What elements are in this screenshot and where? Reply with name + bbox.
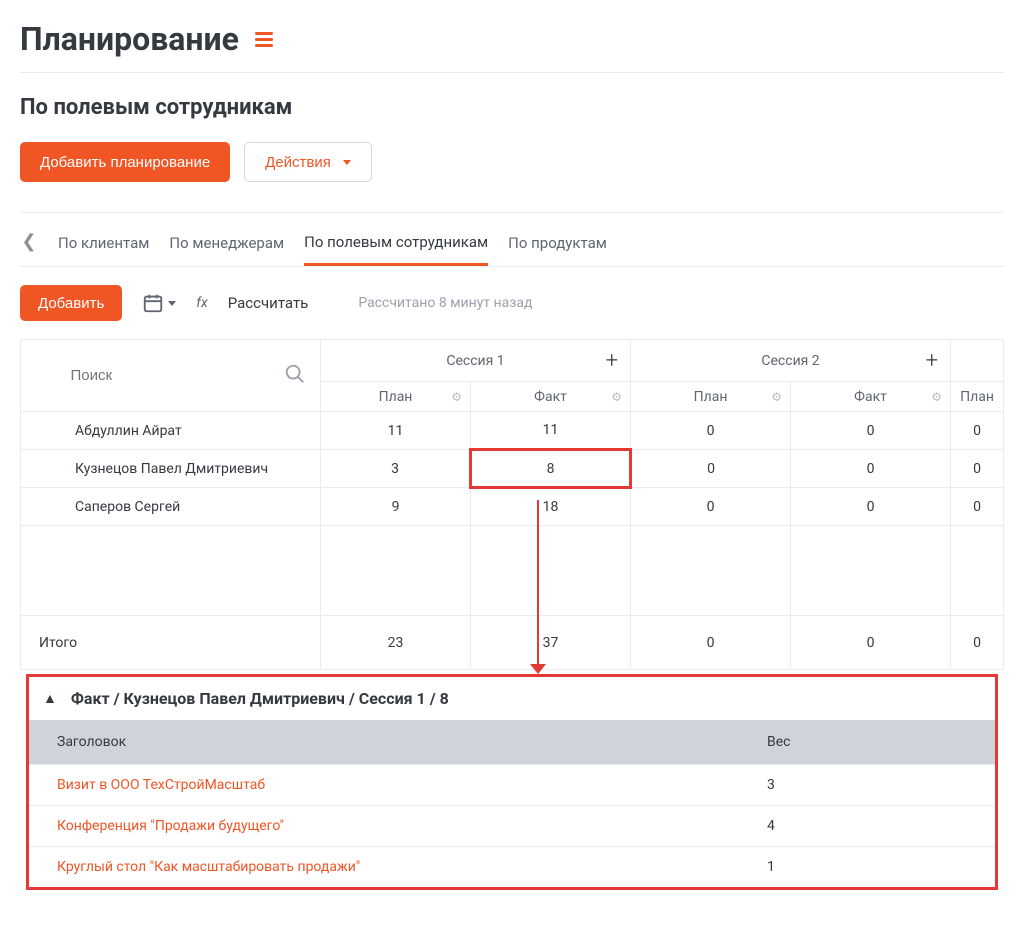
detail-title: Факт / Кузнецов Павел Дмитриевич / Сесси… <box>71 689 449 708</box>
tab-managers[interactable]: По менеджерам <box>169 234 284 264</box>
table-row: Саперов Сергей 9 18 0 0 0 <box>21 488 1004 526</box>
total-row: Итого 23 37 0 0 0 <box>21 616 1004 670</box>
col-fact: Факт <box>854 389 887 405</box>
caret-down-icon <box>168 301 176 306</box>
col-plan: План <box>379 389 413 405</box>
detail-col-title: Заголовок <box>57 734 767 750</box>
table-row: Абдуллин Айрат 11 11 0 0 0 <box>21 412 1004 450</box>
gear-icon[interactable]: ⚙ <box>611 390 622 404</box>
tab-clients[interactable]: По клиентам <box>58 234 149 264</box>
tab-products[interactable]: По продуктам <box>508 234 607 264</box>
fx-icon: fx <box>196 295 207 311</box>
chevron-left-icon[interactable]: ❮ <box>20 231 38 252</box>
detail-row: Конференция "Продажи будущего" 4 <box>29 805 995 846</box>
employee-name[interactable]: Саперов Сергей <box>21 488 321 526</box>
col-plan: План <box>694 389 728 405</box>
search-input[interactable] <box>71 349 271 403</box>
add-session-1-icon[interactable]: + <box>606 348 618 373</box>
calc-status: Рассчитано 8 минут назад <box>358 295 532 311</box>
detail-link[interactable]: Конференция "Продажи будущего" <box>57 818 767 834</box>
add-session-2-icon[interactable]: + <box>926 348 938 373</box>
detail-col-weight: Вес <box>767 734 967 750</box>
table-row: Кузнецов Павел Дмитриевич 3 8 0 0 0 <box>21 450 1004 488</box>
bars-icon[interactable] <box>253 28 275 50</box>
highlighted-cell[interactable]: 8 <box>471 450 631 488</box>
caret-down-icon <box>343 160 351 165</box>
detail-link[interactable]: Визит в ООО ТехСтройМасштаб <box>57 777 767 793</box>
calculate-button[interactable]: Рассчитать <box>228 294 309 312</box>
collapse-icon[interactable]: ▲ <box>43 690 57 707</box>
gear-icon[interactable]: ⚙ <box>931 390 942 404</box>
col-plan: План <box>960 389 994 405</box>
add-planning-button[interactable]: Добавить планирование <box>20 142 230 182</box>
planning-table: Сессия 1 + Сессия 2 + План⚙ Факт⚙ План⚙ … <box>20 339 1004 670</box>
employee-name[interactable]: Кузнецов Павел Дмитриевич <box>21 450 321 488</box>
session-2-header: Сессия 2 <box>761 353 819 369</box>
page-title: Планирование <box>20 20 239 58</box>
pie-icon[interactable] <box>289 28 311 50</box>
detail-row: Визит в ООО ТехСтройМасштаб 3 <box>29 764 995 805</box>
subtitle: По полевым сотрудникам <box>20 95 1004 120</box>
session-1-header: Сессия 1 <box>446 353 504 369</box>
detail-link[interactable]: Круглый стол "Как масштабировать продажи… <box>57 859 767 875</box>
gear-icon[interactable]: ⚙ <box>451 390 462 404</box>
col-fact: Факт <box>534 389 567 405</box>
detail-panel: ▲ Факт / Кузнецов Павел Дмитриевич / Сес… <box>26 674 998 890</box>
detail-row: Круглый стол "Как масштабировать продажи… <box>29 846 995 887</box>
add-button[interactable]: Добавить <box>20 285 122 321</box>
gear-icon[interactable]: ⚙ <box>771 390 782 404</box>
actions-label: Действия <box>265 154 331 171</box>
actions-dropdown[interactable]: Действия <box>244 142 372 182</box>
tab-field[interactable]: По полевым сотрудникам <box>304 233 488 266</box>
calendar-dropdown[interactable] <box>142 292 176 314</box>
search-icon[interactable] <box>284 363 306 389</box>
employee-name[interactable]: Абдуллин Айрат <box>21 412 321 450</box>
